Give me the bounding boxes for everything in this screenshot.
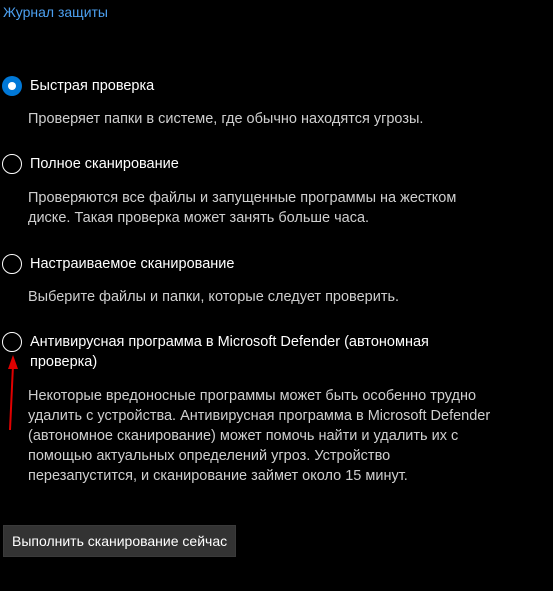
scan-now-button[interactable]: Выполнить сканирование сейчас xyxy=(3,525,237,557)
annotation-arrow-icon xyxy=(8,355,18,431)
